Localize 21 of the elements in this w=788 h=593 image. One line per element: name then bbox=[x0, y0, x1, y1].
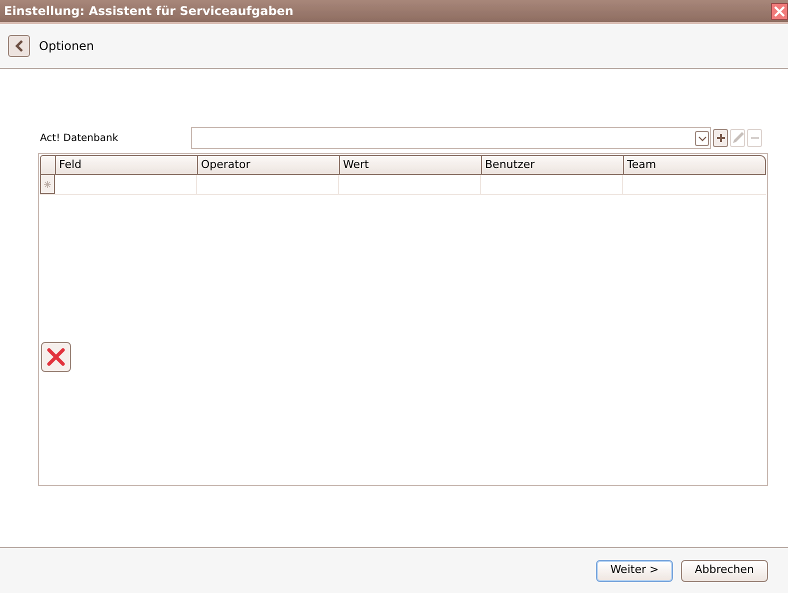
column-header[interactable]: Team bbox=[624, 156, 765, 174]
asterisk-icon bbox=[44, 180, 51, 188]
chevron-down-icon bbox=[698, 134, 706, 142]
database-label: Act! Datenbank bbox=[40, 132, 120, 146]
header-title: Optionen bbox=[39, 38, 94, 55]
dialog-button[interactable]: Abbrechen bbox=[680, 560, 768, 582]
close-icon bbox=[774, 6, 785, 16]
column-header[interactable]: Operator bbox=[198, 156, 340, 174]
chevron-left-icon bbox=[14, 40, 24, 52]
add-button[interactable] bbox=[713, 129, 728, 147]
plus-icon bbox=[716, 133, 726, 143]
column-header[interactable]: Benutzer bbox=[482, 156, 624, 174]
column-header[interactable]: Wert bbox=[340, 156, 482, 174]
column-header[interactable]: Feld bbox=[56, 156, 198, 174]
delete-button[interactable] bbox=[41, 342, 71, 372]
dialog-button[interactable]: Weiter > bbox=[596, 560, 673, 582]
dropdown-button[interactable] bbox=[695, 130, 709, 146]
window-title: Einstellung: Assistent für Serviceaufgaben bbox=[4, 3, 294, 20]
close-button[interactable] bbox=[771, 2, 788, 20]
delete-icon bbox=[46, 347, 66, 367]
back-button[interactable] bbox=[8, 35, 30, 57]
